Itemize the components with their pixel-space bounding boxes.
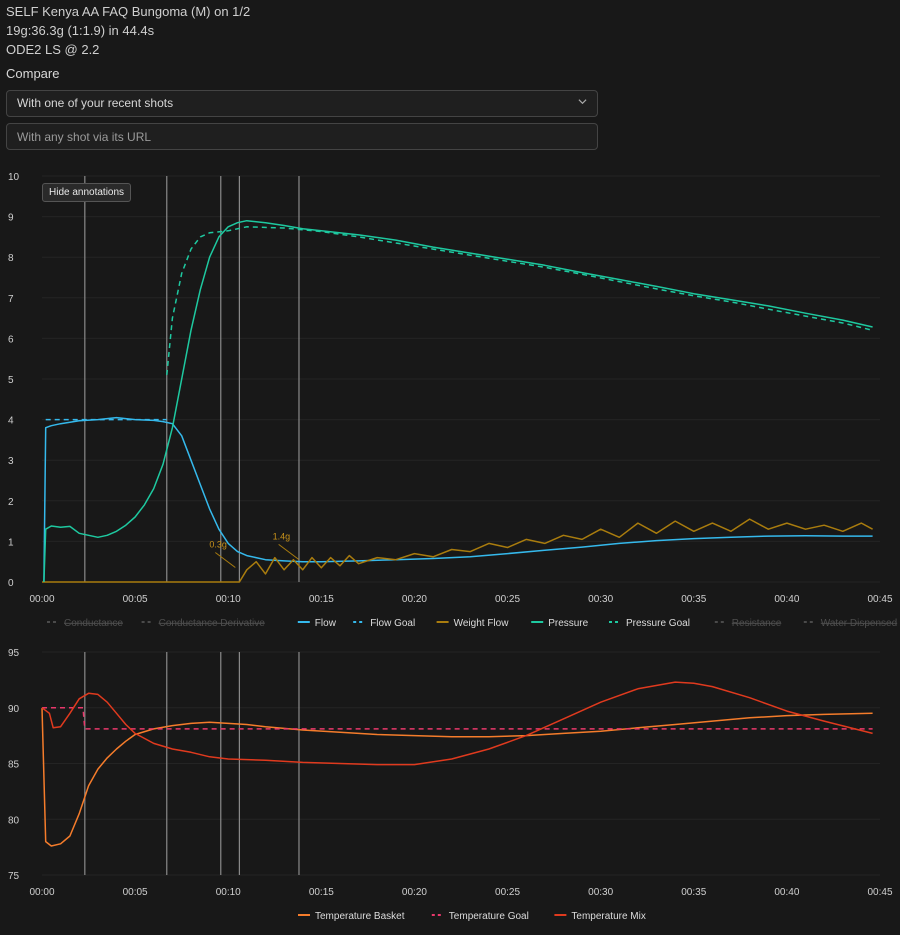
- legend-label: Temperature Basket: [315, 911, 405, 922]
- x-tick-label: 00:45: [867, 594, 892, 605]
- y-tick-label: 7: [8, 294, 14, 305]
- x-tick-label: 00:15: [309, 887, 334, 898]
- legend-label: Flow Goal: [370, 618, 415, 629]
- x-tick-label: 00:40: [774, 887, 799, 898]
- x-tick-label: 00:35: [681, 887, 706, 898]
- legend-label: Weight Flow: [454, 618, 510, 629]
- legend-label: Temperature Goal: [449, 911, 529, 922]
- recent-shots-select-value: With one of your recent shots: [17, 96, 174, 110]
- x-tick-label: 00:30: [588, 594, 613, 605]
- x-tick-label: 00:25: [495, 594, 520, 605]
- y-tick-label: 8: [8, 253, 14, 264]
- y-tick-label: 95: [8, 648, 20, 659]
- legend-label: Flow: [315, 618, 337, 629]
- legend-item[interactable]: Water Dispensed: [803, 618, 897, 629]
- y-tick-label: 2: [8, 497, 14, 508]
- shot-dose-ratio: 19g:36.3g (1:1.9) in 44.4s: [6, 23, 155, 38]
- x-tick-label: 00:05: [123, 887, 148, 898]
- legend-item[interactable]: Weight Flow: [436, 618, 510, 629]
- y-tick-label: 75: [8, 871, 20, 882]
- pressure-goal-series: [166, 226, 873, 375]
- annotation-label: 1.4g: [273, 531, 291, 541]
- x-tick-label: 00:35: [681, 594, 706, 605]
- x-tick-label: 00:30: [588, 887, 613, 898]
- legend-item[interactable]: Pressure Goal: [609, 618, 690, 629]
- y-tick-label: 80: [8, 815, 20, 826]
- x-tick-label: 00:25: [495, 887, 520, 898]
- y-tick-label: 3: [8, 456, 14, 467]
- legend-item[interactable]: Pressure: [531, 618, 589, 629]
- legend-item[interactable]: Resistance: [714, 618, 782, 629]
- chevron-down-icon: [578, 99, 587, 105]
- x-tick-label: 00:10: [216, 887, 241, 898]
- legend-item[interactable]: Temperature Goal: [431, 911, 529, 922]
- y-tick-label: 5: [8, 375, 14, 386]
- annotation-label: 0.3g: [209, 539, 227, 549]
- y-tick-label: 90: [8, 704, 20, 715]
- legend-label: Conductance Derivative: [159, 618, 266, 629]
- legend-item[interactable]: Conductance: [47, 618, 123, 629]
- y-tick-label: 4: [8, 416, 14, 427]
- x-tick-label: 00:20: [402, 594, 427, 605]
- y-tick-label: 0: [8, 578, 14, 589]
- x-tick-label: 00:40: [774, 594, 799, 605]
- y-tick-label: 85: [8, 760, 20, 771]
- y-tick-label: 1: [8, 537, 14, 548]
- legend-label: Pressure: [548, 618, 588, 629]
- y-tick-label: 10: [8, 172, 20, 183]
- legend-item[interactable]: Temperature Basket: [298, 911, 405, 922]
- hide-annotations-button[interactable]: Hide annotations: [42, 183, 132, 202]
- x-tick-label: 00:05: [123, 594, 148, 605]
- pressure-series: [43, 219, 873, 583]
- shot-header: SELF Kenya AA FAQ Bungoma (M) on 1/2 19g…: [6, 2, 250, 59]
- y-tick-label: 6: [8, 334, 14, 345]
- shot-title: SELF Kenya AA FAQ Bungoma (M) on 1/2: [6, 4, 251, 19]
- x-tick-label: 00:15: [309, 594, 334, 605]
- x-tick-label: 00:20: [402, 887, 427, 898]
- legend-label: Temperature Mix: [571, 911, 645, 922]
- x-tick-label: 00:10: [216, 594, 241, 605]
- temperature-chart: 75 80 85 90 95 00:00 00:05 00:10 00:15 00:20 00:25…: [8, 648, 893, 922]
- annotation-pointer: [215, 552, 236, 568]
- x-tick-label: 00:00: [29, 887, 54, 898]
- compare-label: Compare: [6, 66, 60, 81]
- shot-url-input[interactable]: [6, 123, 598, 150]
- shot-profile-chart: 0 1 2 3 4 5 6 7 8 9 10 00:00 00:05 00:10 00:15 00:20 00:…: [8, 172, 897, 629]
- y-tick-label: 9: [8, 213, 14, 224]
- recent-shots-select[interactable]: With one of your recent shots: [6, 90, 598, 117]
- legend-item[interactable]: Flow Goal: [353, 618, 415, 629]
- annotation-pointer: [278, 543, 299, 560]
- legend-item[interactable]: Flow: [297, 618, 337, 629]
- legend-label: Pressure Goal: [626, 618, 690, 629]
- legend-label: Conductance: [64, 618, 123, 629]
- x-tick-label: 00:45: [867, 887, 892, 898]
- legend-label: Water Dispensed: [821, 618, 897, 629]
- legend-item[interactable]: Temperature Mix: [554, 911, 646, 922]
- legend-item[interactable]: Conductance Derivative: [141, 618, 266, 629]
- shot-grinder: ODE2 LS @ 2.2: [6, 42, 100, 57]
- legend-label: Resistance: [732, 618, 782, 629]
- x-tick-label: 00:00: [29, 594, 54, 605]
